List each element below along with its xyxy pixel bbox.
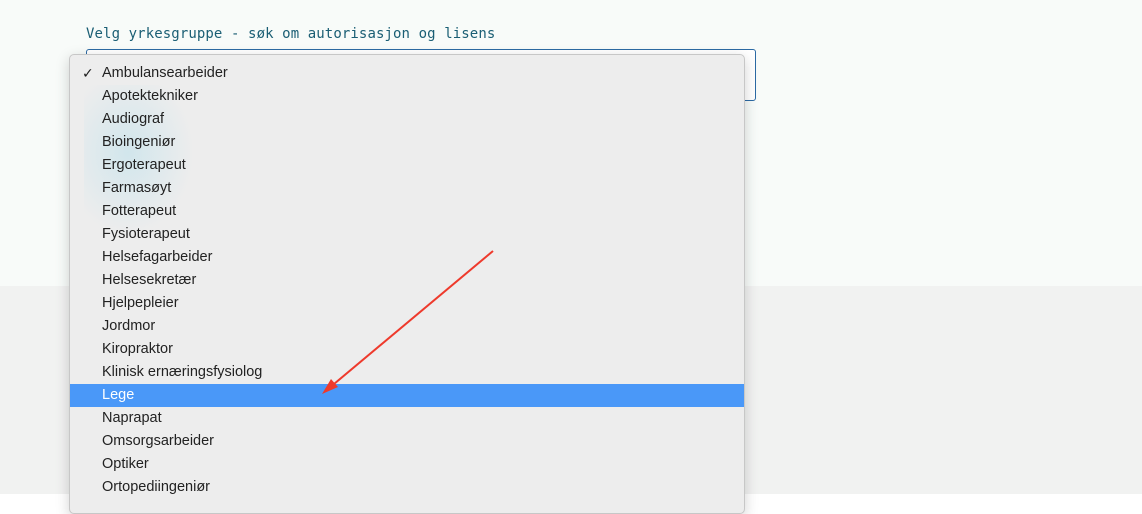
dropdown-option[interactable]: Audiograf [70, 108, 744, 131]
dropdown-option-label: Omsorgsarbeider [102, 433, 215, 449]
dropdown-option-label: Optiker [102, 456, 149, 472]
dropdown-option[interactable]: Optiker [70, 453, 744, 476]
option-list: ✓ Ambulansearbeider Apotektekniker Audiogra… [70, 62, 744, 499]
dropdown-option[interactable]: Naprapat [70, 407, 744, 430]
dropdown-option[interactable]: Fysioterapeut [70, 223, 744, 246]
dropdown-option-label: Helsefagarbeider [102, 249, 213, 265]
dropdown-option-label: Ortopediingeniør [102, 479, 210, 495]
dropdown-option-label: Kiropraktor [102, 341, 173, 357]
dropdown-option[interactable]: ✓ Ambulansearbeider [70, 62, 744, 85]
dropdown-option-label: Audiograf [102, 111, 165, 127]
dropdown-option-label: Helsesekretær [102, 272, 197, 288]
dropdown-option-label: Fysioterapeut [102, 226, 190, 242]
dropdown-option-label: Ergoterapeut [102, 157, 186, 173]
dropdown-option-label: Fotterapeut [102, 203, 177, 219]
dropdown-option-label: Farmasøyt [102, 180, 172, 196]
dropdown-option[interactable]: Apotektekniker [70, 85, 744, 108]
dropdown-option-label: Apotektekniker [102, 88, 198, 104]
dropdown-option-label: Ambulansearbeider [102, 65, 228, 81]
dropdown-option[interactable]: Kiropraktor [70, 338, 744, 361]
dropdown-option-label: Lege [102, 387, 135, 403]
dropdown-option[interactable]: Klinisk ernæringsfysiolog [70, 361, 744, 384]
dropdown-option-label: Naprapat [102, 410, 162, 426]
dropdown-option[interactable]: Helsesekretær [70, 269, 744, 292]
dropdown-option[interactable]: Ortopediingeniør [70, 476, 744, 499]
dropdown-option[interactable]: Farmasøyt [70, 177, 744, 200]
dropdown-option[interactable]: Helsefagarbeider [70, 246, 744, 269]
dropdown-option[interactable]: Fotterapeut [70, 200, 744, 223]
occupation-dropdown-menu[interactable]: ✓ Ambulansearbeider Apotektekniker Audiogra… [69, 54, 745, 514]
dropdown-option[interactable]: Lege [70, 384, 744, 407]
checkmark-icon: ✓ [82, 65, 94, 81]
dropdown-option-label: Klinisk ernæringsfysiolog [102, 364, 263, 380]
dropdown-option[interactable]: Jordmor [70, 315, 744, 338]
dropdown-option-label: Bioingeniør [102, 134, 176, 150]
dropdown-option[interactable]: Ergoterapeut [70, 154, 744, 177]
dropdown-option[interactable]: Bioingeniør [70, 131, 744, 154]
occupation-select-label: Velg yrkesgruppe - søk om autorisasjon o… [86, 26, 496, 42]
dropdown-option-label: Jordmor [102, 318, 156, 334]
dropdown-option[interactable]: Hjelpepleier [70, 292, 744, 315]
dropdown-option[interactable]: Omsorgsarbeider [70, 430, 744, 453]
dropdown-option-label: Hjelpepleier [102, 295, 179, 311]
